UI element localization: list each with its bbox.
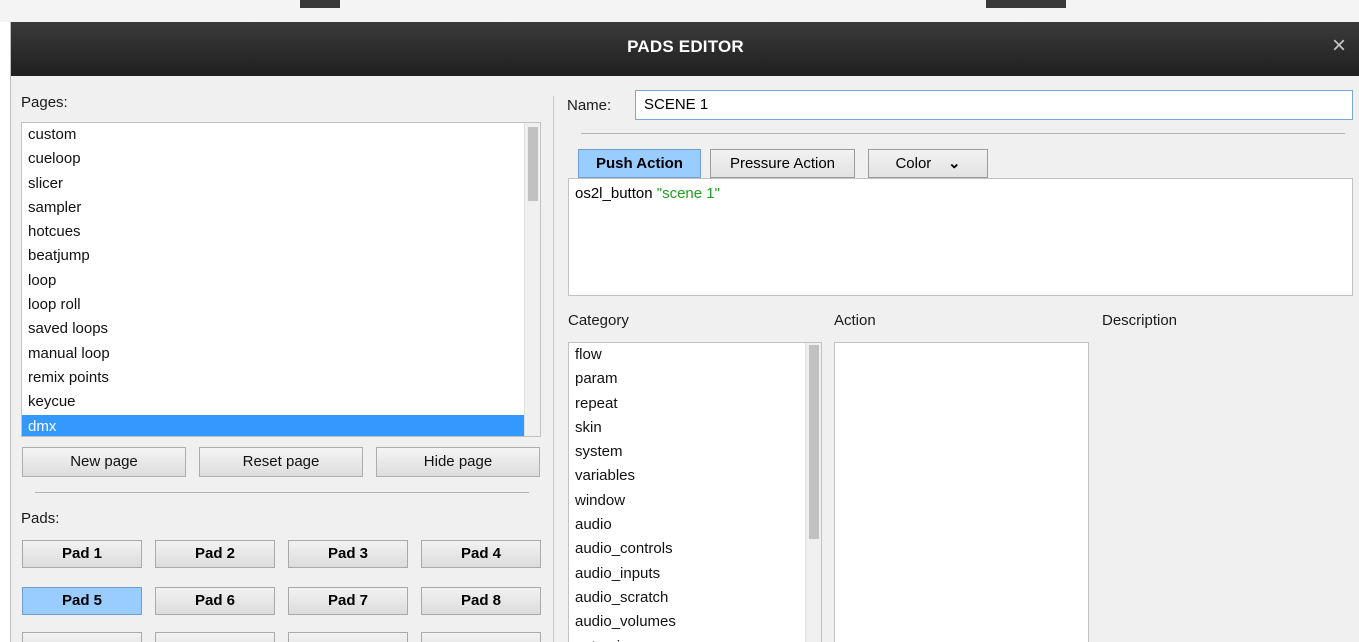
category-list[interactable]: flow param repeat skin system variables window… [568, 342, 822, 642]
category-list-item[interactable]: audio_controls [569, 537, 821, 561]
page-list-item[interactable]: remix points [22, 366, 540, 390]
category-items: flow param repeat skin system variables window… [569, 343, 821, 642]
pages-label: Pages: [21, 94, 68, 111]
close-icon[interactable]: × [1332, 34, 1346, 58]
category-list-item[interactable]: skin [569, 416, 821, 440]
page-list-item[interactable]: saved loops [22, 317, 540, 341]
category-list-item[interactable]: flow [569, 343, 821, 367]
category-list-item[interactable]: system [569, 440, 821, 464]
script-command: os2l_button [575, 185, 653, 202]
pad-row-3-cutoff[interactable] [421, 632, 541, 642]
pad-2-button[interactable]: Pad 2 [155, 540, 275, 568]
name-label: Name: [567, 97, 612, 114]
category-list-item[interactable]: param [569, 367, 821, 391]
pad-row-3-cutoff[interactable] [22, 632, 142, 642]
pad-3-button[interactable]: Pad 3 [288, 540, 408, 568]
pad-1-button[interactable]: Pad 1 [22, 540, 142, 568]
category-list-item[interactable]: audio_inputs [569, 562, 821, 586]
tab-pressure-action[interactable]: Pressure Action [710, 149, 855, 178]
pad-row-3-cutoff[interactable] [155, 632, 275, 642]
category-list-item[interactable]: automix [569, 635, 821, 642]
pages-list[interactable]: custom cueloop slicer sampler hotcues beatjum… [21, 122, 541, 437]
page-list-item[interactable]: cueloop [22, 147, 540, 171]
window-title: PADS EDITOR [627, 37, 744, 56]
category-scrollbar[interactable] [805, 343, 821, 642]
tab-push-action[interactable]: Push Action [578, 149, 701, 178]
pads-label: Pads: [21, 510, 60, 527]
page-list-item[interactable]: loop roll [22, 293, 540, 317]
chevron-down-icon: ⌄ [947, 155, 961, 172]
script-argument: "scene 1" [656, 185, 720, 202]
panel-separator [553, 96, 554, 642]
pages-items: custom cueloop slicer sampler hotcues beatjum… [22, 123, 540, 436]
pad-7-button[interactable]: Pad 7 [288, 587, 408, 615]
hide-page-button[interactable]: Hide page [376, 447, 540, 477]
reset-page-button[interactable]: Reset page [199, 447, 363, 477]
category-list-item[interactable]: repeat [569, 392, 821, 416]
pad-row-3-cutoff[interactable] [288, 632, 408, 642]
background-mark [986, 0, 1066, 8]
category-scroll-thumb[interactable] [809, 345, 819, 539]
category-list-item[interactable]: audio [569, 513, 821, 537]
pad-4-button[interactable]: Pad 4 [421, 540, 541, 568]
page-list-item[interactable]: sampler [22, 196, 540, 220]
page-list-item[interactable]: keycue [22, 390, 540, 414]
action-script-editor[interactable]: os2l_button "scene 1" [568, 178, 1353, 296]
page-list-item[interactable]: slicer [22, 172, 540, 196]
page-list-item[interactable]: beatjump [22, 244, 540, 268]
pad-5-button[interactable]: Pad 5 [22, 587, 142, 615]
page-list-item[interactable]: dmx [22, 414, 540, 436]
new-page-button[interactable]: New page [22, 447, 186, 477]
left-divider [35, 492, 529, 493]
category-list-item[interactable]: audio_volumes [569, 610, 821, 634]
pages-scroll-thumb[interactable] [528, 127, 538, 201]
pages-scrollbar[interactable] [524, 123, 540, 436]
description-label: Description [1102, 312, 1178, 329]
color-dropdown-label: Color [895, 155, 932, 172]
pad-6-button[interactable]: Pad 6 [155, 587, 275, 615]
category-list-item[interactable]: variables [569, 464, 821, 488]
background-mark [300, 0, 340, 8]
pads-editor-dialog: PADS EDITOR × Pages: custom cueloop slicer… [10, 22, 1359, 642]
color-dropdown[interactable]: Color ⌄ [868, 149, 988, 178]
category-list-item[interactable]: audio_scratch [569, 586, 821, 610]
category-list-item[interactable]: window [569, 489, 821, 513]
action-label: Action [834, 312, 876, 329]
page-list-item[interactable]: loop [22, 269, 540, 293]
category-label: Category [568, 312, 629, 329]
title-bar: PADS EDITOR × [11, 22, 1359, 76]
page-list-item[interactable]: custom [22, 123, 540, 147]
right-divider [581, 133, 1345, 134]
name-input[interactable]: SCENE 1 [635, 90, 1353, 120]
pad-8-button[interactable]: Pad 8 [421, 587, 541, 615]
page-list-item[interactable]: hotcues [22, 220, 540, 244]
action-list[interactable] [834, 342, 1089, 642]
background-window-strip [0, 0, 1359, 22]
page-list-item[interactable]: manual loop [22, 342, 540, 366]
